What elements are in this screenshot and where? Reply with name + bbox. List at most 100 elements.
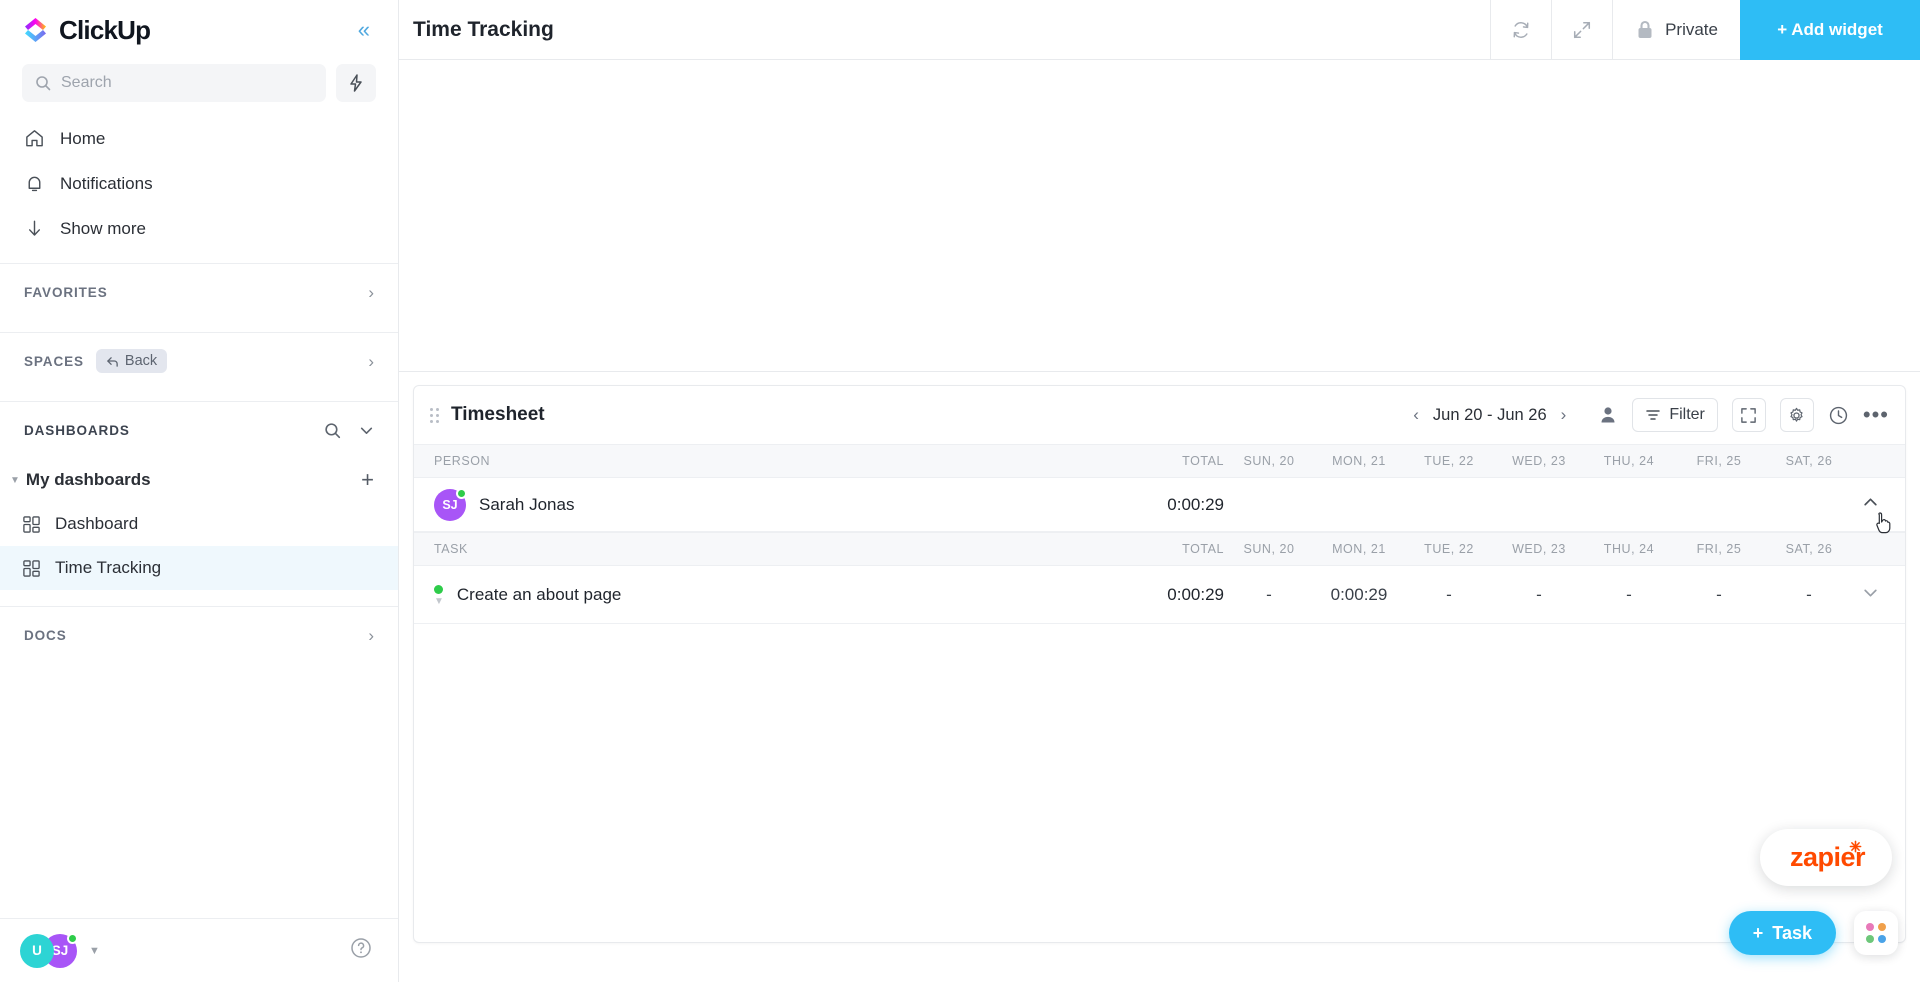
chevron-down-icon[interactable]: ▼ (89, 945, 100, 957)
fullscreen-icon (1741, 407, 1757, 423)
day-cell[interactable]: - (1404, 585, 1494, 605)
spaces-back-button[interactable]: Back (95, 349, 168, 373)
brand-logo[interactable]: ClickUp (22, 15, 151, 46)
sidebar-item-time-tracking[interactable]: Time Tracking (0, 546, 398, 590)
sidebar-item-home[interactable]: Home (14, 116, 384, 161)
clock-icon (1829, 406, 1848, 424)
task-name[interactable]: Create an about page (457, 585, 621, 605)
avatar-initials: SJ (51, 943, 69, 958)
day-cell[interactable]: - (1674, 585, 1764, 605)
expand-button[interactable] (1551, 0, 1612, 60)
expand-arrows-icon (1574, 21, 1591, 38)
refresh-button[interactable] (1490, 0, 1551, 60)
column-header-day: MON, 21 (1332, 454, 1386, 468)
person-icon (1601, 407, 1615, 423)
more-options-button[interactable]: ••• (1863, 404, 1889, 426)
my-dashboards-label: My dashboards (25, 470, 151, 489)
search-input[interactable]: Search (22, 64, 326, 102)
plus-icon: + (1752, 922, 1764, 943)
add-widget-button[interactable]: + Add widget (1740, 0, 1920, 60)
column-header-day: FRI, 25 (1696, 454, 1742, 468)
column-header-total: TOTAL (1182, 454, 1224, 468)
day-cell[interactable]: - (1584, 585, 1674, 605)
search-icon (36, 76, 51, 91)
dashboards-collapse-button[interactable] (359, 423, 374, 438)
sidebar-item-label: Show more (60, 218, 146, 238)
dashboards-search-button[interactable] (324, 422, 341, 439)
chevron-right-icon[interactable]: › (368, 627, 374, 644)
page-title: Time Tracking (413, 17, 554, 41)
sidebar-section-dashboards[interactable]: DASHBOARDS (0, 402, 398, 458)
home-icon (26, 130, 43, 147)
zapier-widget[interactable]: zapier (1759, 829, 1892, 886)
day-cell[interactable]: - (1494, 585, 1584, 605)
dashboard-grid-icon (23, 559, 40, 577)
section-label: FAVORITES (24, 284, 108, 300)
search-placeholder: Search (61, 74, 112, 91)
avatar-initials: SJ (442, 497, 458, 512)
chevron-down-icon (1864, 589, 1877, 597)
quick-action-button[interactable] (336, 64, 376, 102)
add-dashboard-button[interactable]: + (361, 469, 374, 491)
sidebar-item-dashboard[interactable]: Dashboard (0, 502, 398, 546)
sidebar-item-label: Notifications (60, 173, 153, 193)
sidebar-item-notifications[interactable]: Notifications (14, 161, 384, 206)
fullscreen-button[interactable] (1731, 398, 1766, 432)
expand-task-button[interactable] (1862, 584, 1879, 606)
apps-button[interactable] (1854, 911, 1898, 955)
person-name: Sarah Jonas (479, 494, 575, 514)
avatar[interactable]: U (20, 933, 54, 968)
day-cell[interactable]: 0:00:29 (1314, 585, 1404, 605)
chevron-right-icon[interactable]: › (368, 353, 374, 370)
sidebar-section-spaces[interactable]: SPACES Back › (0, 333, 398, 389)
day-cell[interactable]: - (1224, 585, 1314, 605)
column-header-person: PERSON (434, 454, 491, 468)
drag-grip-icon[interactable] (422, 407, 447, 423)
apps-grid-icon (1866, 923, 1886, 943)
section-label: SPACES (24, 353, 84, 369)
help-button[interactable] (350, 937, 372, 964)
my-dashboards-group[interactable]: ▼ My dashboards + (0, 458, 398, 502)
user-avatars[interactable]: U SJ ▼ (20, 932, 100, 968)
clickup-logo-icon (22, 16, 50, 44)
sidebar-item-label: Time Tracking (55, 558, 162, 577)
day-cell[interactable]: - (1764, 585, 1854, 605)
filter-button[interactable]: Filter (1632, 398, 1718, 432)
chevron-down-icon[interactable]: ▼ (10, 475, 20, 486)
table-row[interactable]: SJ Sarah Jonas 0:00:29 (414, 478, 1905, 533)
column-header-day: THU, 24 (1603, 542, 1655, 556)
assignee-filter-button[interactable] (1598, 405, 1618, 425)
online-status-dot (67, 932, 78, 944)
next-week-button[interactable]: › (1561, 405, 1567, 425)
task-cell: ▼ Create an about page (414, 583, 1074, 607)
chevron-right-icon[interactable]: › (368, 284, 374, 301)
column-header-day: THU, 24 (1603, 454, 1655, 468)
sidebar-item-show-more[interactable]: Show more (14, 206, 384, 251)
settings-button[interactable] (1779, 398, 1814, 432)
avatar[interactable]: SJ (434, 487, 467, 521)
column-header-day: WED, 23 (1512, 542, 1566, 556)
table-row[interactable]: ▼ Create an about page 0:00:29 - 0:00:29… (414, 566, 1905, 624)
column-header-day: SUN, 20 (1243, 454, 1295, 468)
prev-week-button[interactable]: ‹ (1413, 405, 1419, 425)
task-table-header: TASK TOTAL SUN, 20 MON, 21 TUE, 22 WED, … (414, 532, 1905, 566)
privacy-button[interactable]: Private (1612, 0, 1740, 60)
add-task-button[interactable]: + Task (1728, 911, 1836, 955)
dashboard-canvas: Timesheet ‹ Jun 20 - Jun 26 › Filter •••… (399, 60, 1920, 982)
person-total: 0:00:29 (1167, 494, 1224, 514)
time-log-button[interactable] (1828, 405, 1849, 426)
sidebar-section-docs[interactable]: DOCS › (0, 607, 398, 663)
arrow-down-icon (29, 220, 40, 236)
widget-title: Timesheet (451, 404, 545, 425)
back-label: Back (124, 353, 158, 369)
sidebar-section-favorites[interactable]: FAVORITES › (0, 264, 398, 320)
column-header-day: SAT, 26 (1785, 542, 1833, 556)
sidebar-collapse-button[interactable]: « (352, 17, 376, 43)
chevron-up-icon (1864, 497, 1877, 505)
sidebar-item-label: Home (60, 128, 106, 148)
chevron-down-icon[interactable]: ▼ (434, 596, 444, 607)
zapier-star-icon (1849, 840, 1862, 853)
timesheet-widget: Timesheet ‹ Jun 20 - Jun 26 › Filter •••… (413, 385, 1906, 943)
app-root: ClickUp « Search Home Notifications Show… (0, 0, 1920, 982)
filter-lines-icon (1646, 410, 1661, 420)
